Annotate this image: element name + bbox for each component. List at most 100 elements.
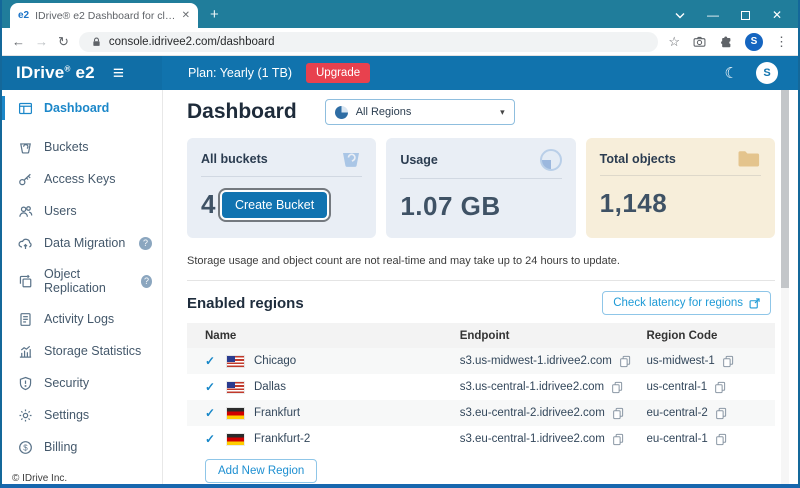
check-latency-button[interactable]: Check latency for regions (602, 291, 771, 315)
window-close-button[interactable]: ✕ (772, 10, 782, 20)
sidebar-item-storage-statistics[interactable]: Storage Statistics (2, 335, 162, 367)
minimize-button[interactable]: — (707, 10, 719, 20)
replication-icon (17, 273, 33, 289)
right-margin (789, 90, 798, 484)
create-bucket-button[interactable]: Create Bucket (222, 192, 327, 218)
table-header-row: Name Endpoint Region Code (187, 323, 775, 348)
table-row: ✓ Chicago s3.us-midwest-1.idrivee2.com u… (187, 348, 775, 374)
sidebar-item-label: Dashboard (44, 101, 109, 115)
buckets-count: 4 (201, 189, 216, 220)
copy-icon[interactable] (715, 433, 727, 446)
url-text: console.idrivee2.com/dashboard (109, 36, 275, 48)
account-avatar[interactable]: S (756, 62, 778, 84)
forward-icon[interactable]: → (35, 34, 48, 49)
cloud-upload-icon (17, 235, 33, 251)
endpoint-text: s3.eu-central-1.idrivee2.com (460, 433, 605, 445)
bucket-icon (340, 149, 362, 169)
add-new-region-button[interactable]: Add New Region (205, 459, 317, 483)
sidebar-item-billing[interactable]: $ Billing (2, 431, 162, 463)
region-code: us-midwest-1 (646, 355, 714, 367)
us-flag-icon (227, 382, 244, 393)
sidebar-item-label: Storage Statistics (44, 344, 141, 358)
sidebar: Dashboard Buckets Access Keys Users (2, 90, 163, 484)
screenshot-camera-icon[interactable] (692, 35, 707, 49)
sidebar-item-access-keys[interactable]: Access Keys (2, 163, 162, 195)
dollar-icon: $ (17, 439, 33, 455)
browser-tab[interactable]: e2 IDrive® e2 Dashboard for cloud ✕ (10, 3, 198, 28)
card-title: Usage (400, 153, 438, 167)
region-name: Chicago (254, 355, 296, 367)
sidebar-item-label: Activity Logs (44, 312, 114, 326)
copy-icon[interactable] (714, 381, 726, 394)
us-flag-icon (227, 356, 244, 367)
maximize-button[interactable] (741, 11, 750, 20)
sidebar-item-settings[interactable]: Settings (2, 399, 162, 431)
card-title: All buckets (201, 152, 268, 166)
back-icon[interactable]: ← (12, 34, 25, 49)
all-buckets-card: All buckets 4 Create Bucket (187, 138, 376, 238)
hamburger-menu-icon[interactable]: ≡ (113, 64, 124, 83)
page-scrollbar[interactable] (781, 90, 789, 484)
column-header-region-code: Region Code (646, 330, 771, 342)
browser-menu-icon[interactable]: ⋮ (775, 34, 788, 50)
sidebar-item-object-replication[interactable]: Object Replication ? (2, 259, 162, 303)
column-header-endpoint: Endpoint (460, 330, 647, 342)
browser-profile-avatar[interactable]: S (745, 33, 763, 51)
copyright-text: © IDrive Inc. (2, 463, 162, 488)
help-icon[interactable]: ? (139, 237, 152, 250)
region-filter-dropdown[interactable]: All Regions ▾ (325, 99, 515, 125)
table-row: ✓ Frankfurt s3.eu-central-2.idrivee2.com… (187, 400, 775, 426)
sidebar-item-label: Access Keys (44, 172, 116, 186)
sidebar-item-label: Users (44, 204, 77, 218)
globe-icon (335, 106, 348, 119)
sidebar-item-data-migration[interactable]: Data Migration ? (2, 227, 162, 259)
main-content: Dashboard All Regions ▾ All buckets (163, 90, 777, 484)
region-code: eu-central-1 (646, 433, 707, 445)
extensions-puzzle-icon[interactable] (719, 35, 733, 49)
bookmark-star-icon[interactable]: ☆ (668, 34, 680, 50)
sidebar-item-security[interactable]: Security (2, 367, 162, 399)
copy-icon[interactable] (611, 381, 623, 394)
card-title: Total objects (600, 152, 676, 166)
copy-icon[interactable] (715, 407, 727, 420)
sidebar-item-buckets[interactable]: Buckets (2, 131, 162, 163)
table-row: ✓ Frankfurt-2 s3.eu-central-1.idrivee2.c… (187, 426, 775, 452)
bucket-icon (17, 139, 33, 155)
germany-flag-icon (227, 434, 244, 445)
e2-favicon-icon: e2 (18, 10, 29, 21)
section-divider (187, 280, 775, 281)
regions-table: Name Endpoint Region Code ✓ Chicago s3.u… (187, 323, 775, 483)
usage-value: 1.07 GB (400, 191, 500, 222)
reload-icon[interactable]: ↻ (58, 34, 69, 50)
sidebar-item-label: Security (44, 376, 89, 390)
storage-note: Storage usage and object count are not r… (187, 255, 775, 267)
copy-icon[interactable] (612, 433, 624, 446)
tab-close-icon[interactable]: ✕ (182, 10, 190, 21)
endpoint-text: s3.us-midwest-1.idrivee2.com (460, 355, 612, 367)
app-header: IDrive® e2 ≡ Plan: Yearly (1 TB) Upgrade… (2, 56, 798, 90)
sidebar-item-users[interactable]: Users (2, 195, 162, 227)
sidebar-item-activity-logs[interactable]: Activity Logs (2, 303, 162, 335)
scrollbar-thumb[interactable] (781, 90, 789, 288)
browser-window: e2 IDrive® e2 Dashboard for cloud ✕ + — … (0, 0, 800, 488)
objects-count: 1,148 (600, 188, 668, 219)
address-bar[interactable]: console.idrivee2.com/dashboard (79, 32, 658, 52)
new-tab-button[interactable]: + (210, 6, 219, 23)
copy-icon[interactable] (612, 407, 624, 420)
region-code: us-central-1 (646, 381, 707, 393)
help-icon[interactable]: ? (141, 275, 152, 288)
dark-mode-moon-icon[interactable]: ☾ (725, 64, 738, 82)
usage-card: Usage 1.07 GB (386, 138, 575, 238)
sidebar-item-dashboard[interactable]: Dashboard (2, 92, 162, 124)
lock-icon[interactable] (91, 36, 102, 48)
tab-search-chevron-icon[interactable] (675, 12, 685, 19)
bar-chart-icon (17, 343, 33, 359)
table-row: ✓ Dallas s3.us-central-1.idrivee2.com us… (187, 374, 775, 400)
column-header-name: Name (205, 330, 460, 342)
upgrade-button[interactable]: Upgrade (306, 63, 370, 83)
copy-icon[interactable] (619, 355, 631, 368)
tab-title: IDrive® e2 Dashboard for cloud (35, 10, 175, 22)
copy-icon[interactable] (722, 355, 734, 368)
svg-text:$: $ (23, 443, 28, 452)
region-name: Frankfurt (254, 407, 300, 419)
